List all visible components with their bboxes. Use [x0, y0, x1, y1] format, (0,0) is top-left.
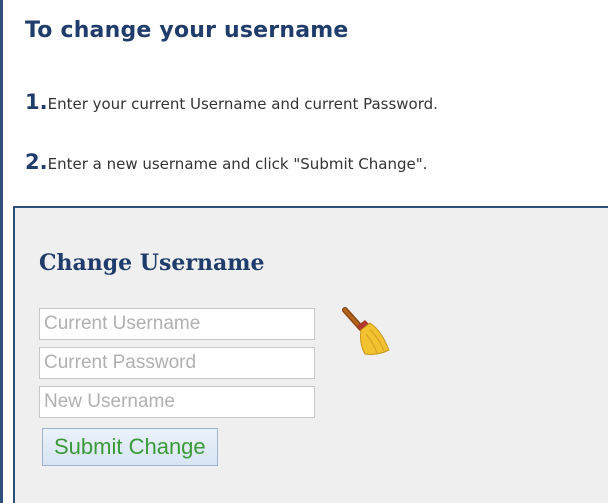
broom-icon[interactable] — [337, 304, 393, 360]
form-title: Change Username — [39, 250, 265, 276]
current-username-field[interactable] — [39, 308, 315, 340]
new-username-field[interactable] — [39, 386, 315, 418]
instruction-step-2: 2.Enter a new username and click "Submit… — [25, 150, 427, 174]
current-password-field[interactable] — [39, 347, 315, 379]
page: To change your username 1.Enter your cur… — [0, 0, 608, 503]
instruction-step-1: 1.Enter your current Username and curren… — [25, 90, 438, 114]
change-username-panel: Change Username Submit Change — [13, 206, 608, 503]
step-number: 2. — [25, 150, 48, 174]
step-number: 1. — [25, 90, 48, 114]
submit-change-button[interactable]: Submit Change — [42, 428, 218, 466]
step-text: Enter your current Username and current … — [47, 95, 438, 113]
page-title: To change your username — [25, 18, 349, 43]
step-text: Enter a new username and click "Submit C… — [47, 155, 428, 173]
